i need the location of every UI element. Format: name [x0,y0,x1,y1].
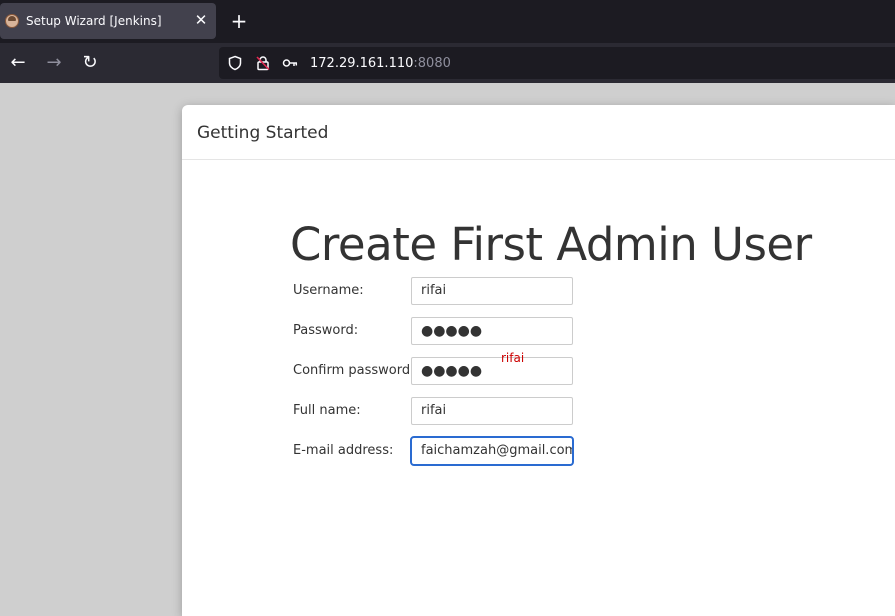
key-icon[interactable] [282,55,298,71]
insecure-lock-icon[interactable] [255,55,271,71]
email-label: E-mail address: [293,443,394,458]
email-input[interactable]: faichamzah@gmail.com [410,436,574,466]
url-bar[interactable]: 172.29.161.110:8080 [219,47,895,79]
password-label: Password: [293,323,359,338]
jenkins-favicon-icon [5,14,19,28]
confirm-password-label: Confirm password: [293,363,415,378]
forward-button[interactable]: → [43,51,65,75]
username-input[interactable]: rifai [411,277,573,305]
reload-button[interactable]: ↻ [79,51,101,75]
dialog-header: Getting Started [182,105,895,160]
back-button[interactable]: ← [7,51,29,75]
new-tab-button[interactable]: + [228,9,250,33]
url-port: :8080 [413,56,451,71]
shield-icon[interactable] [227,55,243,71]
tab-title: Setup Wizard [Jenkins] [26,14,162,28]
full-name-label: Full name: [293,403,361,418]
url-host: 172.29.161.110 [310,56,414,71]
tab-setup-wizard[interactable]: Setup Wizard [Jenkins] ✕ [0,3,216,39]
username-label: Username: [293,283,364,298]
overlay-annotation-text: rifai [501,351,525,365]
tab-bar: Setup Wizard [Jenkins] ✕ + [0,0,895,43]
url-text[interactable]: 172.29.161.110:8080 [310,56,451,71]
password-input[interactable]: ●●●●● [411,317,573,345]
confirm-password-input[interactable]: ●●●●● [411,357,573,385]
setup-wizard-dialog: Getting Started Create First Admin User … [182,105,895,616]
email-input-value: faichamzah@gmail.com [421,443,574,458]
full-name-input[interactable]: rifai [411,397,573,425]
tab-close-icon[interactable]: ✕ [192,10,210,30]
dialog-title: Getting Started [197,123,329,143]
page-heading: Create First Admin User [290,218,812,271]
